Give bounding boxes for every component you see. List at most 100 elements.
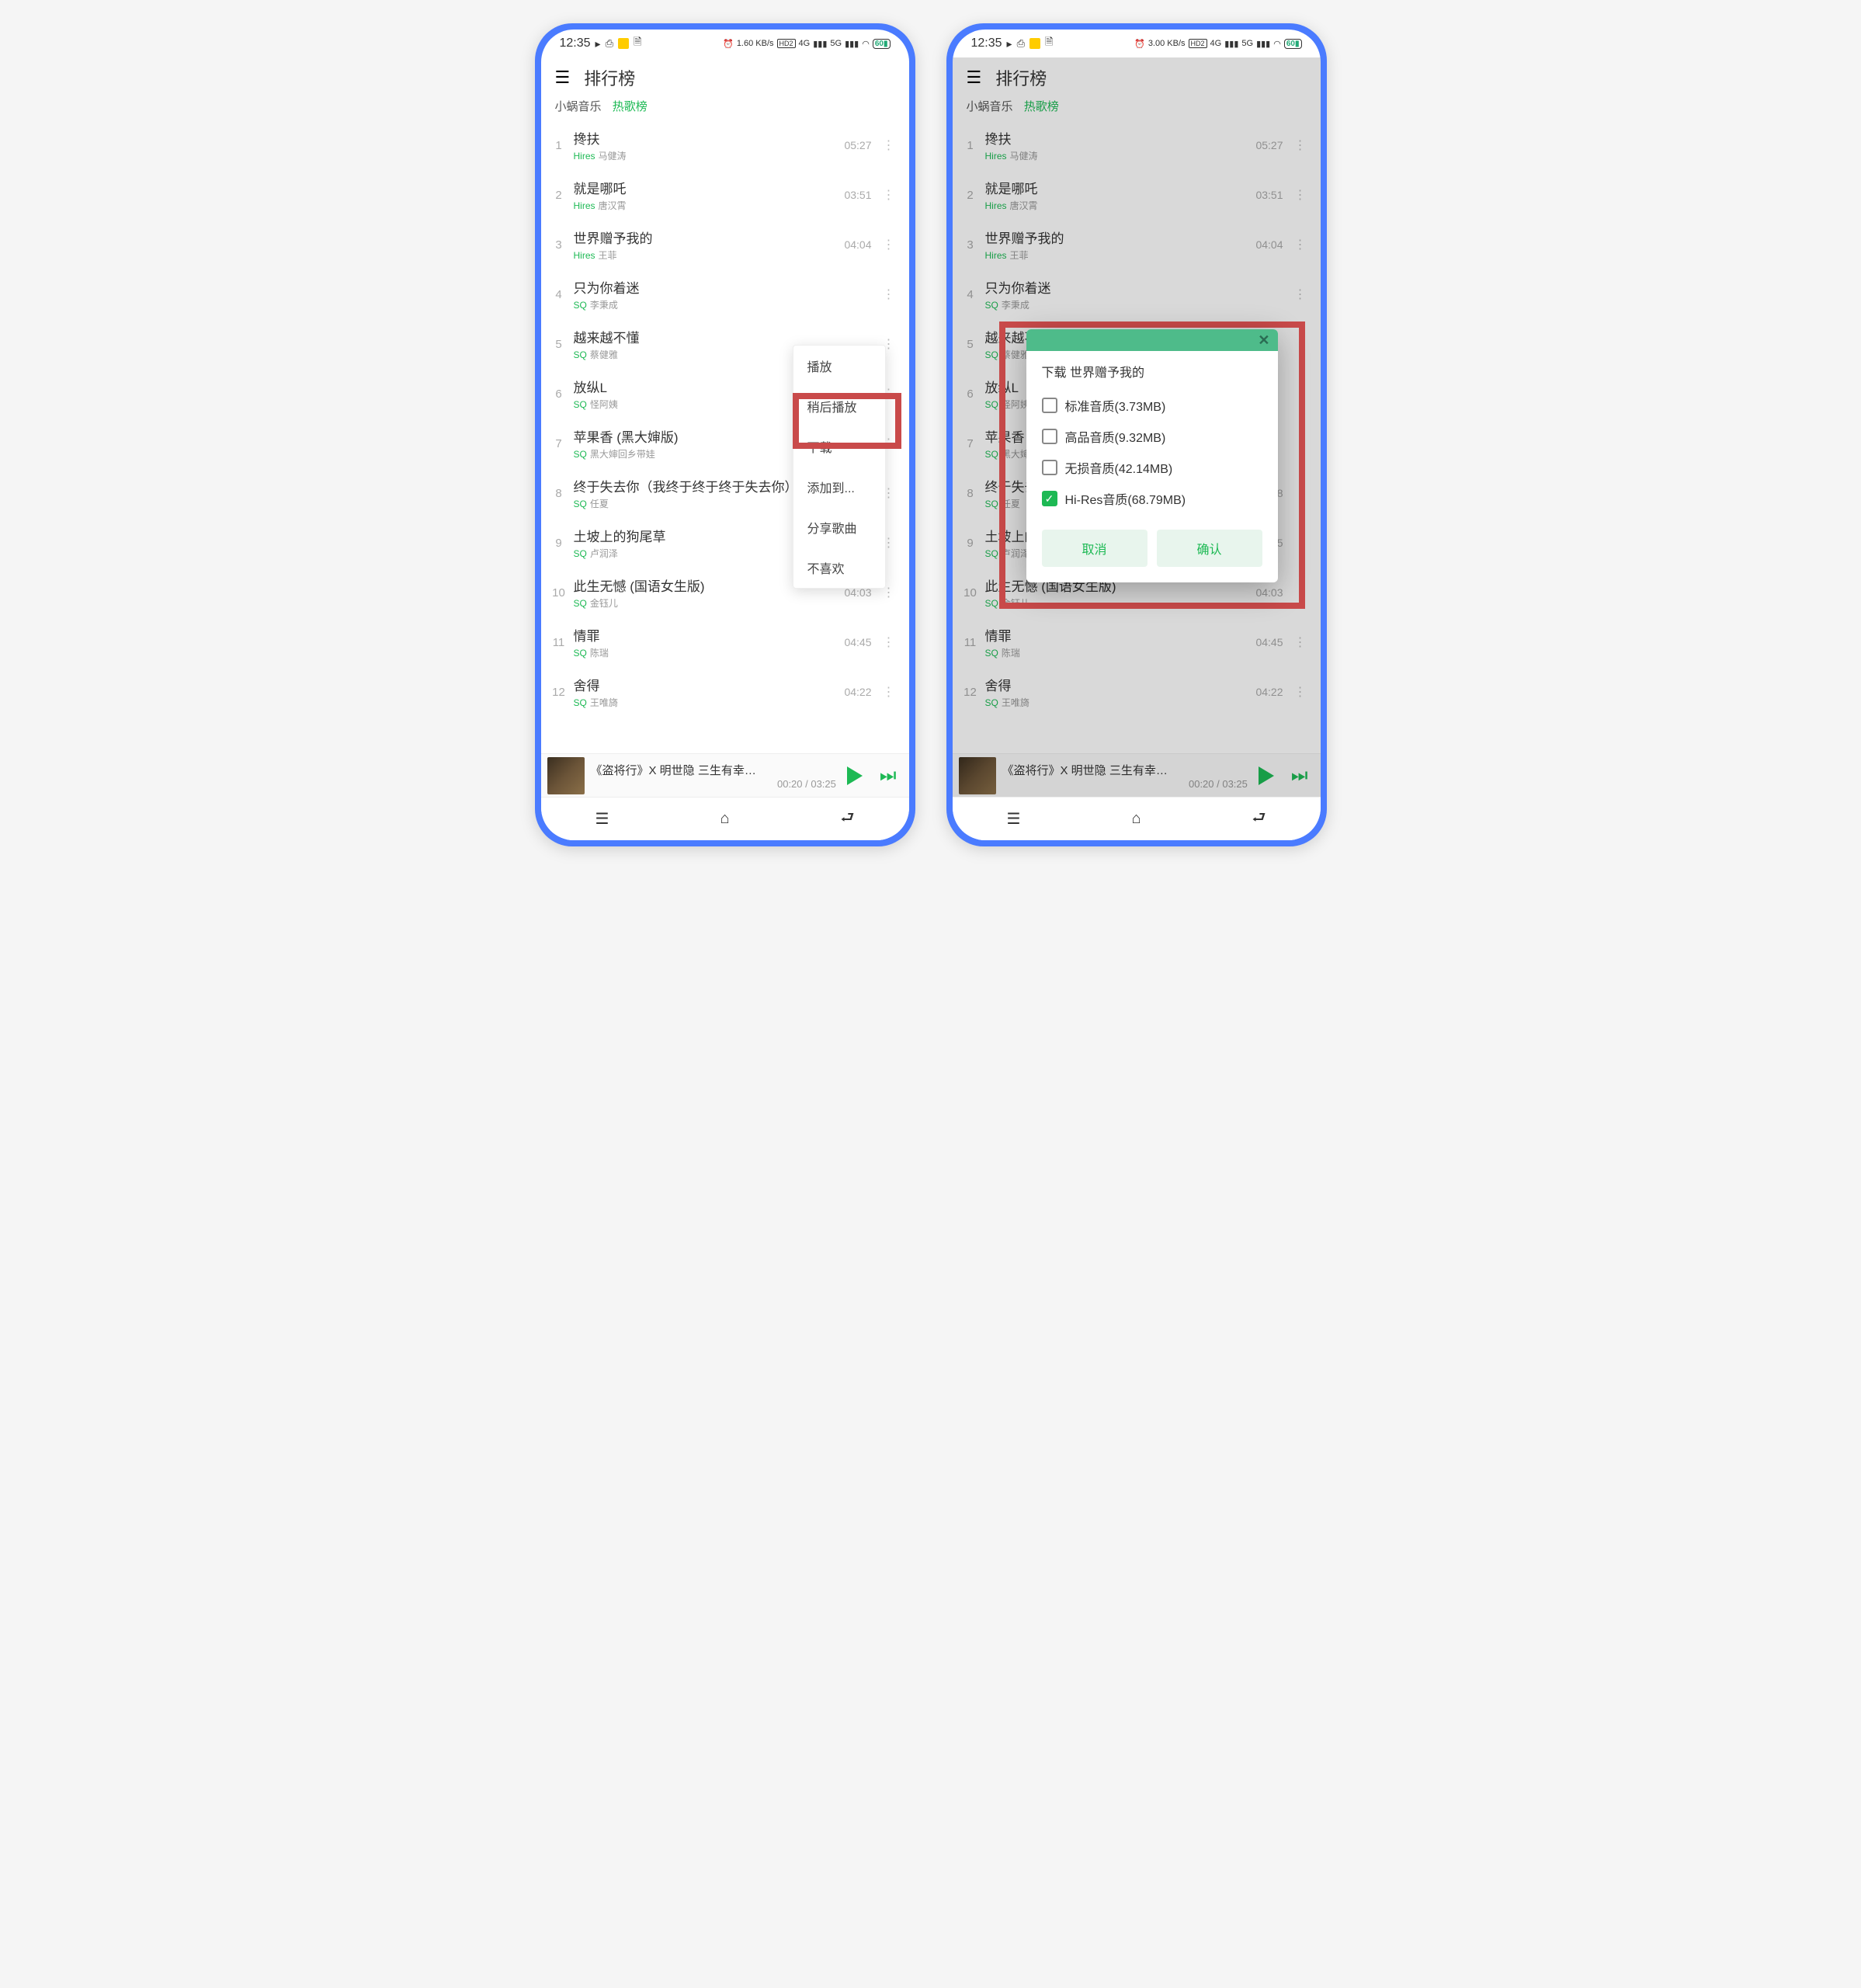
song-number: 4 xyxy=(962,288,979,301)
song-meta: Hires王菲 xyxy=(985,248,1245,262)
album-art[interactable] xyxy=(547,757,585,794)
next-button[interactable]: ⏭ xyxy=(1285,765,1314,787)
checkbox-icon[interactable] xyxy=(1042,398,1057,413)
song-number: 8 xyxy=(550,487,568,500)
song-row[interactable]: 12舍得SQ王唯旖04:22⋮ xyxy=(541,667,909,717)
song-meta: SQ王唯旖 xyxy=(985,696,1245,709)
quality-badge: Hires xyxy=(574,200,595,211)
song-row[interactable]: 2就是哪吒Hires唐汉霄03:51⋮ xyxy=(953,170,1321,220)
menu-icon[interactable]: ☰ xyxy=(555,68,571,88)
breadcrumb-app[interactable]: 小蜗音乐 xyxy=(967,100,1013,113)
more-icon[interactable]: ⋮ xyxy=(1290,182,1311,207)
nav-recents[interactable]: ☰ xyxy=(1000,805,1028,833)
nav-back[interactable]: ⮐ xyxy=(1245,805,1273,833)
more-icon[interactable]: ⋮ xyxy=(1290,332,1311,356)
song-number: 10 xyxy=(550,586,568,600)
song-title: 世界赠予我的 xyxy=(574,228,833,247)
song-row[interactable]: 4只为你着迷SQ李秉成⋮ xyxy=(541,269,909,319)
ctx-later[interactable]: 稍后播放 xyxy=(793,386,885,426)
more-icon[interactable]: ⋮ xyxy=(1290,580,1311,605)
song-meta: Hires唐汉霄 xyxy=(574,199,833,212)
song-row[interactable]: 12舍得SQ王唯旖04:22⋮ xyxy=(953,667,1321,717)
album-art[interactable] xyxy=(959,757,996,794)
song-duration: 04:04 xyxy=(1251,238,1283,251)
status-time: 12:35 xyxy=(971,36,1002,50)
more-icon[interactable]: ⋮ xyxy=(1290,679,1311,704)
song-artist: 金钰儿 xyxy=(590,598,618,609)
status-time: 12:35 xyxy=(560,36,591,50)
quality-badge: SQ xyxy=(985,300,998,311)
song-title: 越来越不懂 xyxy=(574,327,833,346)
song-row[interactable]: 11情罪SQ陈瑞04:45⋮ xyxy=(953,617,1321,667)
ctx-dislike[interactable]: 不喜欢 xyxy=(793,547,885,588)
status-bar: 12:35 ▸ ⎙ 🗎 ⏰ 3.00 KB/s HD2 4G ▮▮▮ 5G ▮▮… xyxy=(953,30,1321,57)
player-title[interactable]: 《盗将行》X 明世隐 三生有幸… xyxy=(591,762,836,778)
song-row[interactable]: 3世界赠予我的Hires王菲04:04⋮ xyxy=(541,220,909,269)
checkbox-icon[interactable] xyxy=(1042,460,1057,475)
quality-option[interactable]: 标准音质(3.73MB) xyxy=(1042,390,1262,421)
play-button[interactable] xyxy=(1254,763,1279,788)
more-icon[interactable]: ⋮ xyxy=(1290,431,1311,456)
quality-label: Hi-Res音质(68.79MB) xyxy=(1065,489,1186,508)
quality-option[interactable]: 无损音质(42.14MB) xyxy=(1042,452,1262,483)
quality-badge: SQ xyxy=(574,399,587,410)
ctx-download[interactable]: 下载 xyxy=(793,426,885,467)
more-icon[interactable]: ⋮ xyxy=(878,133,900,158)
quality-option[interactable]: ✓ Hi-Res音质(68.79MB) xyxy=(1042,483,1262,514)
more-icon[interactable]: ⋮ xyxy=(1290,133,1311,158)
more-icon[interactable]: ⋮ xyxy=(1290,381,1311,406)
quality-badge: SQ xyxy=(574,499,587,509)
more-icon[interactable]: ⋮ xyxy=(1290,630,1311,655)
ctx-share[interactable]: 分享歌曲 xyxy=(793,507,885,547)
checkbox-icon[interactable]: ✓ xyxy=(1042,491,1057,506)
more-icon[interactable]: ⋮ xyxy=(878,232,900,257)
nav-home[interactable]: ⌂ xyxy=(1123,805,1151,833)
song-row[interactable]: 11情罪SQ陈瑞04:45⋮ xyxy=(541,617,909,667)
more-icon[interactable]: ⋮ xyxy=(1290,282,1311,307)
song-row[interactable]: 4只为你着迷SQ李秉成⋮ xyxy=(953,269,1321,319)
ctx-addto[interactable]: 添加到... xyxy=(793,467,885,507)
checkbox-icon[interactable] xyxy=(1042,429,1057,444)
quality-badge: SQ xyxy=(574,548,587,559)
quality-badge: SQ xyxy=(574,449,587,460)
song-number: 12 xyxy=(962,686,979,699)
song-number: 1 xyxy=(550,139,568,152)
cancel-button[interactable]: 取消 xyxy=(1042,530,1148,567)
more-icon[interactable]: ⋮ xyxy=(1290,232,1311,257)
nav-home[interactable]: ⌂ xyxy=(711,805,739,833)
more-icon[interactable]: ⋮ xyxy=(878,182,900,207)
play-button[interactable] xyxy=(842,763,867,788)
nav-recents[interactable]: ☰ xyxy=(589,805,616,833)
more-icon[interactable]: ⋮ xyxy=(878,630,900,655)
ctx-play[interactable]: 播放 xyxy=(793,346,885,386)
cast-icon: ⎙ xyxy=(606,37,613,50)
song-artist: 王唯旖 xyxy=(590,697,618,708)
next-button[interactable]: ⏭ xyxy=(873,765,903,787)
close-icon[interactable]: ✕ xyxy=(1258,332,1269,349)
nav-back[interactable]: ⮐ xyxy=(834,805,862,833)
player-title[interactable]: 《盗将行》X 明世隐 三生有幸… xyxy=(1002,762,1248,778)
song-duration: 04:45 xyxy=(1251,636,1283,648)
quality-label: 高品音质(9.32MB) xyxy=(1065,427,1166,446)
more-icon[interactable]: ⋮ xyxy=(1290,530,1311,555)
breadcrumb-category[interactable]: 热歌榜 xyxy=(1024,100,1059,113)
menu-icon[interactable]: ☰ xyxy=(967,68,982,88)
song-row[interactable]: 3世界赠予我的Hires王菲04:04⋮ xyxy=(953,220,1321,269)
song-row[interactable]: 1搀扶Hires马健涛05:27⋮ xyxy=(541,120,909,170)
quality-badge: SQ xyxy=(985,648,998,659)
quality-label: 无损音质(42.14MB) xyxy=(1065,458,1173,477)
quality-badge: Hires xyxy=(985,151,1007,162)
quality-option[interactable]: 高品音质(9.32MB) xyxy=(1042,421,1262,452)
song-row[interactable]: 2就是哪吒Hires唐汉霄03:51⋮ xyxy=(541,170,909,220)
more-icon[interactable]: ⋮ xyxy=(878,282,900,307)
song-row[interactable]: 1搀扶Hires马健涛05:27⋮ xyxy=(953,120,1321,170)
breadcrumb-category[interactable]: 热歌榜 xyxy=(613,100,648,113)
signal-bars-icon: ▮▮▮ xyxy=(1224,39,1238,49)
more-icon[interactable]: ⋮ xyxy=(878,679,900,704)
more-icon[interactable]: ⋮ xyxy=(1290,481,1311,506)
phone-right: 12:35 ▸ ⎙ 🗎 ⏰ 3.00 KB/s HD2 4G ▮▮▮ 5G ▮▮… xyxy=(946,23,1327,846)
song-meta: SQ金钰儿 xyxy=(985,596,1245,610)
page-title: 排行榜 xyxy=(995,65,1047,90)
breadcrumb-app[interactable]: 小蜗音乐 xyxy=(555,100,602,113)
confirm-button[interactable]: 确认 xyxy=(1157,530,1262,567)
